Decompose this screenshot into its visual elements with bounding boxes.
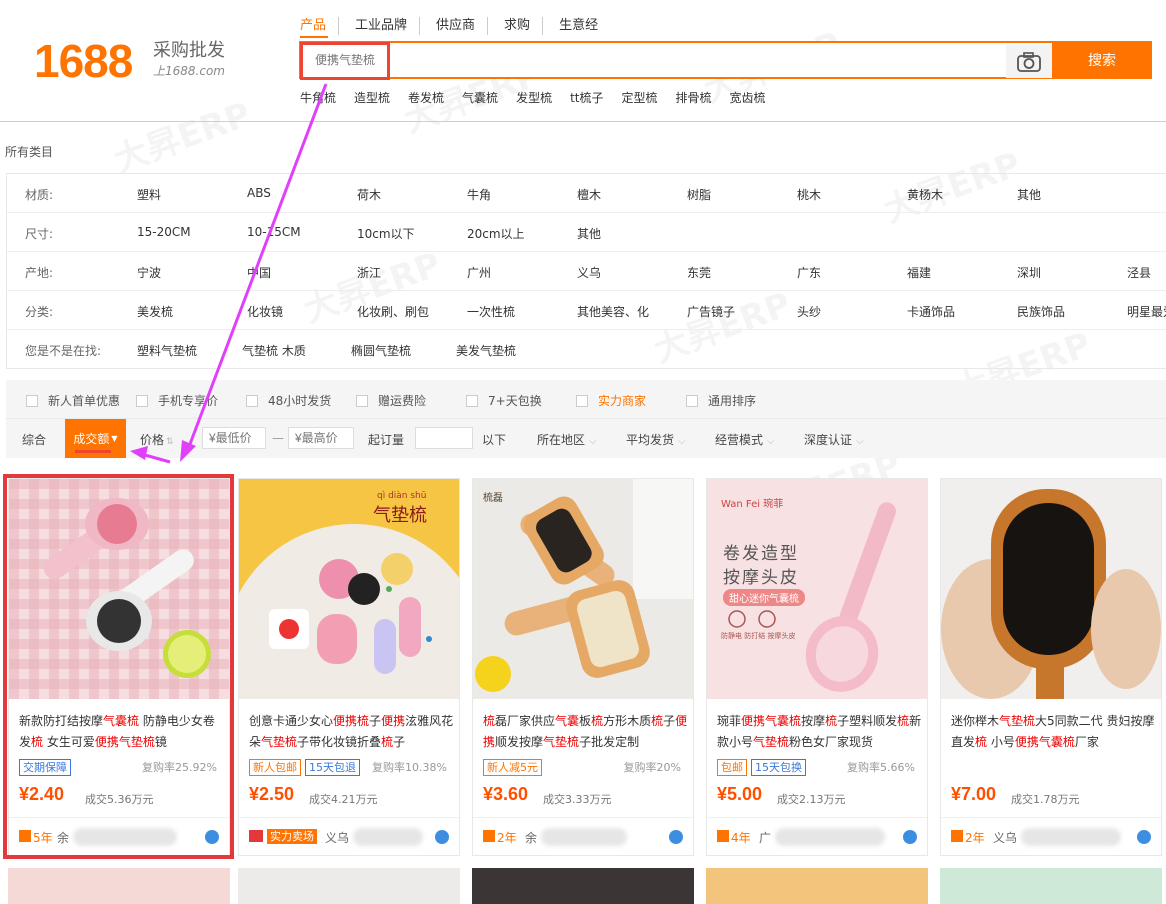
arrow-head-icon	[180, 440, 196, 462]
annotation-arrows	[130, 83, 328, 464]
arrow-head-icon	[130, 446, 148, 460]
